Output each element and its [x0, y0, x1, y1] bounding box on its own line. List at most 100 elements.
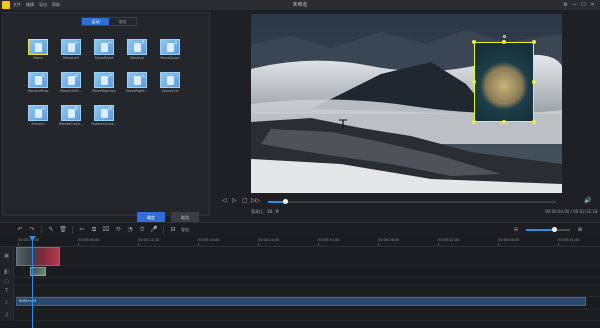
- effect-item[interactable]: ↑ MoveUp: [122, 39, 152, 61]
- direction-icon: ↑: [140, 40, 145, 46]
- copy-icon[interactable]: ⧉: [88, 223, 100, 237]
- export-label[interactable]: 导出: [181, 227, 189, 233]
- timeline-track[interactable]: ▢: [0, 278, 600, 286]
- resize-handle[interactable]: [532, 120, 536, 124]
- track-type-icon[interactable]: T: [0, 286, 14, 297]
- figure-icon: [167, 76, 174, 85]
- prev-frame-icon[interactable]: ◁: [222, 197, 227, 205]
- effect-thumbnail: +: [28, 105, 48, 121]
- effect-item[interactable]: ↗ MoveRightUp: [89, 72, 119, 94]
- timeline-zoom: ⊖ ⊕: [510, 223, 586, 237]
- effect-item[interactable]: + ZoomIn: [23, 105, 53, 127]
- zoom-out-icon[interactable]: ⊖: [510, 223, 522, 237]
- settings-icon[interactable]: ⚙: [561, 0, 570, 10]
- menu-file[interactable]: 文件: [13, 0, 21, 10]
- effect-label: RotateCount...: [91, 122, 117, 126]
- effect-item[interactable]: ↖ MoveLeftUp: [23, 72, 53, 94]
- zoom-in-icon[interactable]: ⊕: [574, 223, 586, 237]
- effect-label: MoveLeftD...: [59, 89, 82, 93]
- zoom-slider[interactable]: [526, 227, 570, 232]
- resize-handle[interactable]: [472, 80, 476, 84]
- effect-label: MoveUp: [129, 56, 145, 60]
- effect-thumbnail: ↺: [94, 105, 114, 121]
- record-icon[interactable]: 🎤: [148, 223, 160, 237]
- resize-handle[interactable]: [472, 120, 476, 124]
- effect-item[interactable]: ← MoveLeft: [56, 39, 86, 61]
- timeline-track[interactable]: ▣: [0, 247, 600, 266]
- resize-handle[interactable]: [532, 80, 536, 84]
- maximize-icon[interactable]: ☐: [579, 0, 588, 10]
- playhead[interactable]: [32, 236, 33, 328]
- volume-icon[interactable]: 🔊: [584, 197, 591, 204]
- rotate-icon[interactable]: ⟲: [112, 223, 124, 237]
- effect-item[interactable]: ↘ MoveRight...: [122, 72, 152, 94]
- menu-export[interactable]: 导出: [39, 0, 47, 10]
- effect-item[interactable]: ↙ MoveLeftD...: [56, 72, 86, 94]
- rotate-handle[interactable]: [503, 35, 506, 38]
- ruler-tick: [438, 243, 439, 246]
- resize-handle[interactable]: [472, 40, 476, 44]
- direction-icon: ↖: [41, 73, 46, 79]
- divider: [72, 225, 73, 234]
- crop-icon[interactable]: ⌧: [100, 223, 112, 237]
- ruler-tick: [378, 243, 379, 246]
- play-icon[interactable]: ▷: [232, 197, 237, 205]
- timeline-track[interactable]: T: [0, 286, 600, 297]
- effect-thumbnail: ↘: [127, 72, 147, 88]
- music-clip[interactable]: BGM.mp3: [16, 297, 586, 306]
- edit-toolbar: ↶ ↷ ✎ 🗑 ✂ ⧉ ⌧ ⟲ ◔ ⏱ 🎤 ⊟ 导出 ⊖ ⊕: [0, 222, 600, 236]
- effect-item[interactable]: - ZoomOut: [155, 72, 185, 94]
- track-type-icon[interactable]: ♫: [0, 310, 14, 321]
- effect-thumbnail: ↓: [160, 39, 180, 55]
- delete-icon[interactable]: 🗑: [57, 223, 69, 237]
- overlay-clip-frame[interactable]: [472, 35, 536, 124]
- effect-thumbnail: →: [94, 39, 114, 55]
- menu-edit[interactable]: 编辑: [26, 0, 34, 10]
- zoom-knob[interactable]: [552, 227, 558, 232]
- color-icon[interactable]: ◔: [124, 223, 136, 237]
- effect-label: ZoomOut: [161, 89, 179, 93]
- duration-icon[interactable]: ⏱: [136, 223, 148, 237]
- app-window: 文件 编辑 导出 帮助 未命名 ⚙ — ☐ ✕ 运动 缩放 None ← MoveL…: [0, 0, 600, 328]
- resize-handle[interactable]: [532, 40, 536, 44]
- playback-scrubber[interactable]: [268, 199, 556, 204]
- track-type-icon[interactable]: ▢: [0, 278, 14, 286]
- ruler-tick: [138, 243, 139, 246]
- ruler-label: 00:00:12.00: [138, 238, 160, 242]
- effect-thumbnail: ↻: [61, 105, 81, 121]
- close-icon[interactable]: ✕: [588, 0, 597, 10]
- timeline-ruler[interactable]: 00:00:00.00 00:00:06.00 00:00:12.00 00:00:1…: [0, 236, 600, 247]
- direction-icon: ↓: [173, 40, 178, 46]
- export-icon[interactable]: ⊟: [167, 223, 179, 237]
- track-type-icon[interactable]: ◧: [0, 266, 14, 278]
- direction-icon: ↗: [107, 73, 112, 79]
- cut-icon[interactable]: ✂: [76, 223, 88, 237]
- effect-thumbnail: -: [160, 72, 180, 88]
- tab-zoom[interactable]: 缩放: [109, 18, 136, 25]
- track-type-icon[interactable]: ▣: [0, 247, 14, 266]
- scrubber-knob[interactable]: [283, 199, 289, 204]
- aspect-ratio[interactable]: 宽高比：16 : 9: [251, 209, 279, 215]
- redo-icon[interactable]: ↷: [26, 223, 38, 237]
- ruler-tick: [318, 243, 319, 246]
- effect-item[interactable]: ↺ RotateCount...: [89, 105, 119, 127]
- timeline-track[interactable]: ◧: [0, 266, 600, 278]
- direction-icon: ↘: [140, 73, 145, 79]
- edit-icon[interactable]: ✎: [45, 223, 57, 237]
- effect-item[interactable]: ↓ MoveDown: [155, 39, 185, 61]
- tab-motion[interactable]: 运动: [82, 18, 109, 25]
- menu-help[interactable]: 帮助: [52, 0, 60, 10]
- track-type-icon[interactable]: ♪: [0, 297, 14, 310]
- stop-icon[interactable]: ▢: [242, 197, 248, 205]
- effect-item[interactable]: None: [23, 39, 53, 61]
- next-frame-icon[interactable]: ▷▷: [251, 197, 260, 205]
- video-clip[interactable]: [16, 247, 60, 266]
- resize-handle[interactable]: [502, 40, 506, 44]
- minimize-icon[interactable]: —: [570, 0, 579, 10]
- timeline-track[interactable]: ♫: [0, 310, 600, 321]
- app-logo: [2, 1, 10, 9]
- effect-item[interactable]: ↻ RotateClock...: [56, 105, 86, 127]
- undo-icon[interactable]: ↶: [14, 223, 26, 237]
- resize-handle[interactable]: [502, 120, 506, 124]
- effect-item[interactable]: → MoveRight: [89, 39, 119, 61]
